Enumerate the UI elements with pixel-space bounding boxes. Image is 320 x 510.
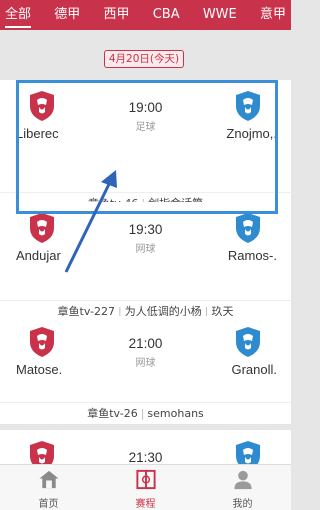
match-card[interactable]: 19:00 足球 Liberec Znojmo,. 章鱼tv-46|剑指金话筒: [0, 80, 291, 214]
match-card[interactable]: 21:00 网球 Matose. Granoll. 章鱼tv-26 | semoha…: [0, 316, 291, 424]
away-team-name: Granoll.: [231, 362, 277, 377]
tab-bundesliga[interactable]: 德甲: [54, 0, 80, 30]
away-team-logo-icon: [236, 91, 260, 121]
away-team-logo-icon: [236, 327, 260, 357]
home-team-name: Matose.: [16, 362, 63, 377]
nav-label: 首页: [38, 499, 59, 510]
top-tab-bar: 全部 德甲 西甲 CBA WWE 意甲: [0, 0, 291, 30]
tab-wwe[interactable]: WWE: [203, 0, 237, 30]
schedule-icon: [135, 469, 156, 490]
stream-link[interactable]: 章鱼tv-26: [87, 407, 138, 420]
date-label: 4月20日(今天): [104, 50, 184, 68]
bottom-nav: 首页 赛程 我的: [0, 464, 291, 510]
home-team-name: Andujar: [16, 248, 61, 263]
stream-list: 章鱼tv-26 | semohans: [0, 402, 291, 424]
tab-all[interactable]: 全部: [5, 0, 32, 30]
tab-laliga[interactable]: 西甲: [103, 0, 129, 30]
stream-link[interactable]: semohans: [147, 407, 203, 420]
away-team-logo-icon: [236, 213, 260, 243]
match-card[interactable]: 19:30 网球 Andujar Ramos-. 章鱼tv-227 | 为人低调的小…: [0, 202, 291, 322]
home-icon: [38, 470, 59, 489]
tab-cba[interactable]: CBA: [153, 0, 180, 30]
nav-schedule[interactable]: 赛程: [97, 465, 194, 510]
tab-serie-a[interactable]: 意甲: [260, 0, 286, 30]
profile-icon: [233, 470, 252, 490]
nav-home[interactable]: 首页: [0, 465, 97, 510]
away-team-name: Ramos-.: [227, 248, 277, 263]
schedule-list[interactable]: 4月20日(今天) 19:00 足球 Liberec Znojmo,. 章鱼tv…: [0, 30, 291, 464]
nav-label: 我的: [232, 499, 253, 510]
home-team-name: Liberec: [16, 126, 59, 141]
match-card[interactable]: 21:30: [0, 430, 291, 464]
away-team-logo-icon: [236, 441, 260, 464]
nav-label: 赛程: [135, 499, 156, 510]
away-team-name: Znojmo,.: [226, 126, 277, 141]
divider: |: [140, 407, 145, 420]
nav-profile[interactable]: 我的: [194, 465, 291, 510]
